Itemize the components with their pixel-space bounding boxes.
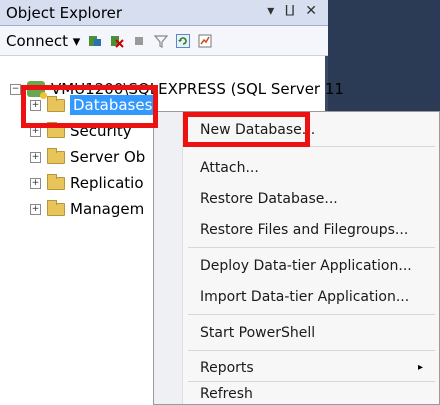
tree-item-label: Security — [70, 122, 132, 140]
menu-item-refresh[interactable]: Refresh — [200, 386, 253, 402]
object-explorer-toolbar: Connect ▾ — [0, 26, 328, 56]
tree-item-security[interactable]: + Security — [30, 120, 132, 142]
folder-icon — [47, 121, 65, 138]
expand-icon[interactable]: + — [30, 125, 41, 137]
menu-separator — [188, 350, 435, 351]
menu-item-deploy-data-tier[interactable]: Deploy Data-tier Application... — [200, 258, 412, 274]
menu-item-new-database[interactable]: New Database... — [200, 122, 315, 138]
menu-separator — [188, 247, 435, 248]
submenu-arrow-icon: ▸ — [417, 362, 423, 373]
activity-monitor-icon[interactable] — [198, 34, 212, 48]
menu-item-start-powershell[interactable]: Start PowerShell — [200, 325, 315, 341]
tree-item-label: Managem — [70, 200, 145, 218]
tree-item-server-objects[interactable]: + Server Ob — [30, 146, 145, 168]
tree-item-management[interactable]: + Managem — [30, 198, 144, 220]
tree-item-label: Replicatio — [70, 174, 144, 192]
menu-gutter — [154, 112, 183, 404]
folder-icon — [47, 173, 65, 190]
folder-icon — [47, 199, 65, 216]
expand-icon[interactable]: + — [30, 203, 41, 215]
tree-item-databases[interactable]: + Databases — [30, 94, 156, 116]
tree-item-replication[interactable]: + Replicatio — [30, 172, 144, 194]
expand-icon[interactable]: + — [30, 177, 41, 189]
connect-object-icon[interactable] — [88, 34, 102, 48]
menu-item-restore-files[interactable]: Restore Files and Filegroups... — [200, 222, 408, 238]
window-controls[interactable]: ▾ ⨿ ✕ — [267, 3, 320, 19]
collapse-icon[interactable]: − — [10, 83, 21, 95]
disconnect-icon[interactable] — [110, 34, 124, 48]
expand-icon[interactable]: + — [30, 99, 41, 111]
tree-item-label: Databases — [70, 95, 156, 115]
object-explorer-titlebar: Object Explorer ▾ ⨿ ✕ — [0, 0, 328, 26]
connect-button[interactable]: Connect ▾ — [6, 32, 80, 50]
stop-icon[interactable] — [132, 34, 146, 48]
folder-icon — [47, 95, 65, 112]
menu-item-import-data-tier[interactable]: Import Data-tier Application... — [200, 289, 409, 305]
menu-item-reports[interactable]: Reports — [200, 360, 254, 376]
filter-icon[interactable] — [154, 34, 168, 48]
folder-icon — [47, 147, 65, 164]
menu-item-attach[interactable]: Attach... — [200, 160, 259, 176]
expand-icon[interactable]: + — [30, 151, 41, 163]
menu-separator — [188, 314, 435, 315]
menu-item-restore-database[interactable]: Restore Database... — [200, 191, 338, 207]
menu-separator — [188, 146, 435, 147]
panel-title: Object Explorer — [6, 4, 123, 22]
context-menu: New Database... Attach... Restore Databa… — [153, 111, 440, 405]
menu-separator — [188, 381, 435, 382]
refresh-icon[interactable] — [176, 34, 190, 48]
tree-item-label: Server Ob — [70, 148, 146, 166]
